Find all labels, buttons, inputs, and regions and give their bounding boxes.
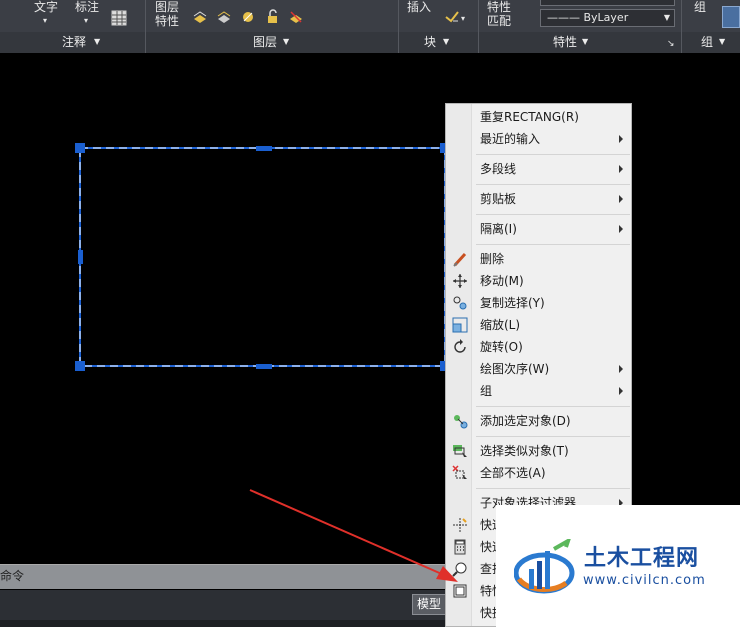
watermark-logo-icon <box>514 539 575 594</box>
watermark-url: www.civilcn.com <box>583 573 706 588</box>
watermark-name: 土木工程网 <box>584 546 700 571</box>
